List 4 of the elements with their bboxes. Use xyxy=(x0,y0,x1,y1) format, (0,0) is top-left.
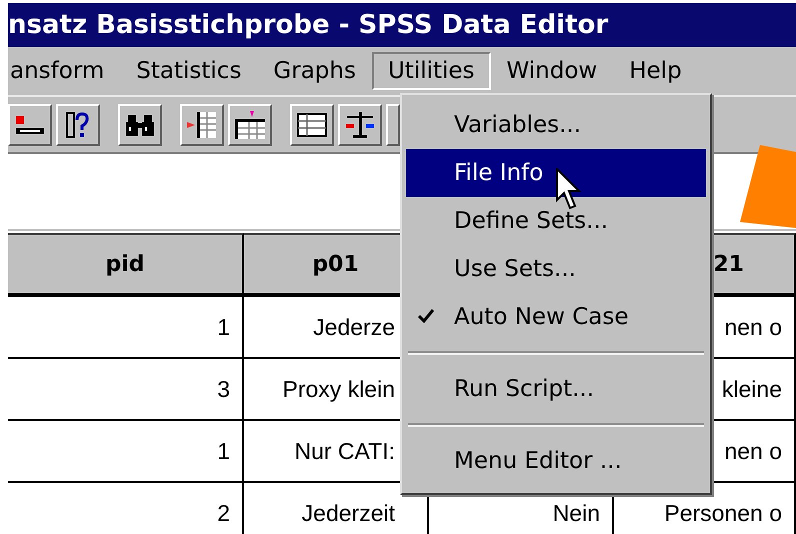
table-cell: 3 xyxy=(8,359,244,421)
table-cell: 1 xyxy=(8,297,244,359)
window-title: nsatz Basisstichprobe - SPSS Data Editor xyxy=(8,10,608,40)
table-cell: 1 xyxy=(8,421,244,483)
